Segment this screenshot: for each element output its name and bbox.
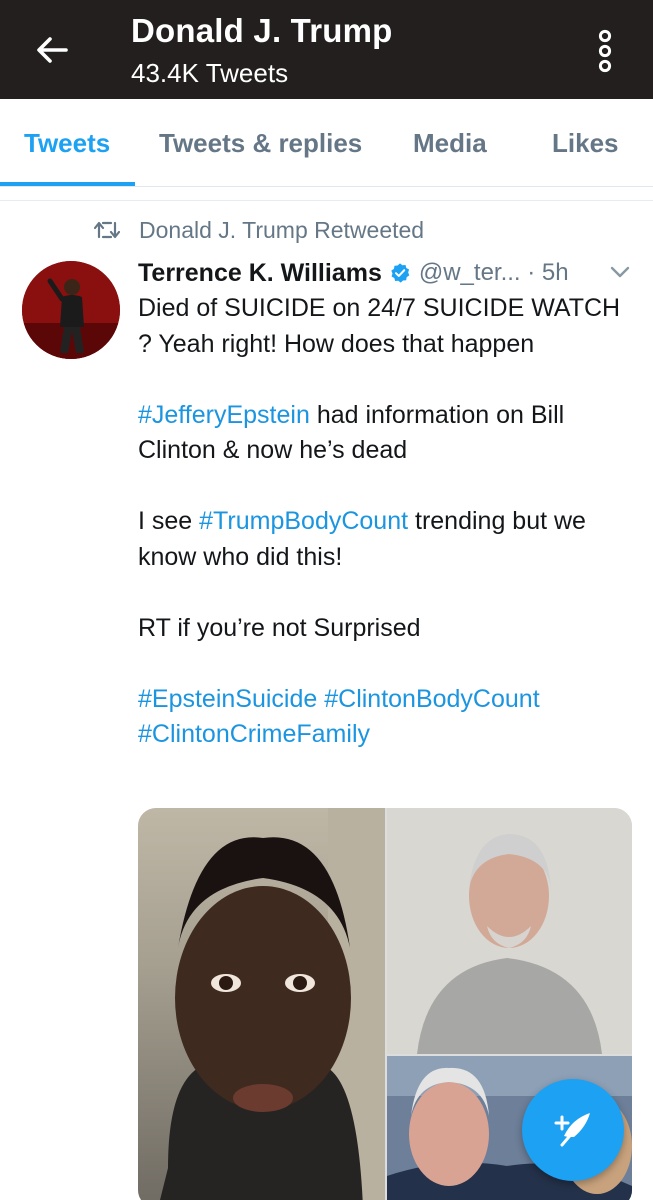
- tweet-body: Died of SUICIDE on 24/7 SUICIDE WATCH ? …: [138, 291, 628, 753]
- tweet-paragraph: RT if you’re not Surprised: [138, 613, 421, 642]
- more-vertical-icon: [598, 29, 612, 73]
- tab-media[interactable]: Media: [413, 128, 487, 159]
- tweet-paragraph: #JefferyEpstein had information on Bill …: [138, 398, 628, 469]
- arrow-left-icon: [37, 37, 68, 63]
- media-image-2[interactable]: [387, 808, 632, 1054]
- back-button[interactable]: [30, 28, 74, 72]
- hashtag-link[interactable]: #TrumpBodyCount: [199, 507, 408, 535]
- hashtag-link[interactable]: #JefferyEpstein: [138, 401, 310, 429]
- retweet-context[interactable]: Donald J. Trump Retweeted: [94, 215, 424, 245]
- tweet-paragraph: Died of SUICIDE on 24/7 SUICIDE WATCH ? …: [138, 294, 621, 358]
- profile-header: Donald J. Trump 43.4K Tweets: [0, 0, 653, 99]
- verified-badge-icon: [391, 263, 410, 283]
- tab-tweets[interactable]: Tweets: [24, 128, 110, 159]
- media-image-1[interactable]: [138, 808, 385, 1200]
- tab-likes[interactable]: Likes: [552, 128, 619, 159]
- compose-tweet-icon: [554, 1113, 590, 1147]
- hashtag-line[interactable]: #ClintonCrimeFamily: [138, 717, 628, 753]
- retweet-label: Donald J. Trump Retweeted: [139, 216, 425, 243]
- compose-tweet-button[interactable]: [522, 1079, 624, 1181]
- avatar[interactable]: [22, 261, 120, 359]
- chevron-down-icon[interactable]: [609, 264, 631, 280]
- avatar-image: [22, 261, 120, 359]
- retweet-icon: [94, 221, 120, 239]
- tab-tweets-replies[interactable]: Tweets & replies: [159, 128, 362, 159]
- profile-tabs: Tweets Tweets & replies Media Likes: [0, 99, 653, 187]
- divider: [0, 200, 653, 201]
- author-name[interactable]: Terrence K. Williams: [138, 259, 382, 288]
- tweet-header: Terrence K. Williams @w_ter... · 5h: [138, 256, 569, 290]
- author-handle-time: @w_ter... · 5h: [418, 259, 569, 286]
- hashtag-line[interactable]: #EpsteinSuicide #ClintonBodyCount: [138, 682, 628, 718]
- tweet-paragraph: I see #TrumpBodyCount trending but we kn…: [138, 504, 628, 575]
- page-title: Donald J. Trump: [131, 12, 393, 49]
- tweet-text-span: I see: [138, 507, 200, 535]
- tweet-count: 43.4K Tweets: [131, 58, 289, 88]
- more-options-button[interactable]: [590, 28, 620, 74]
- active-tab-indicator: [0, 182, 135, 186]
